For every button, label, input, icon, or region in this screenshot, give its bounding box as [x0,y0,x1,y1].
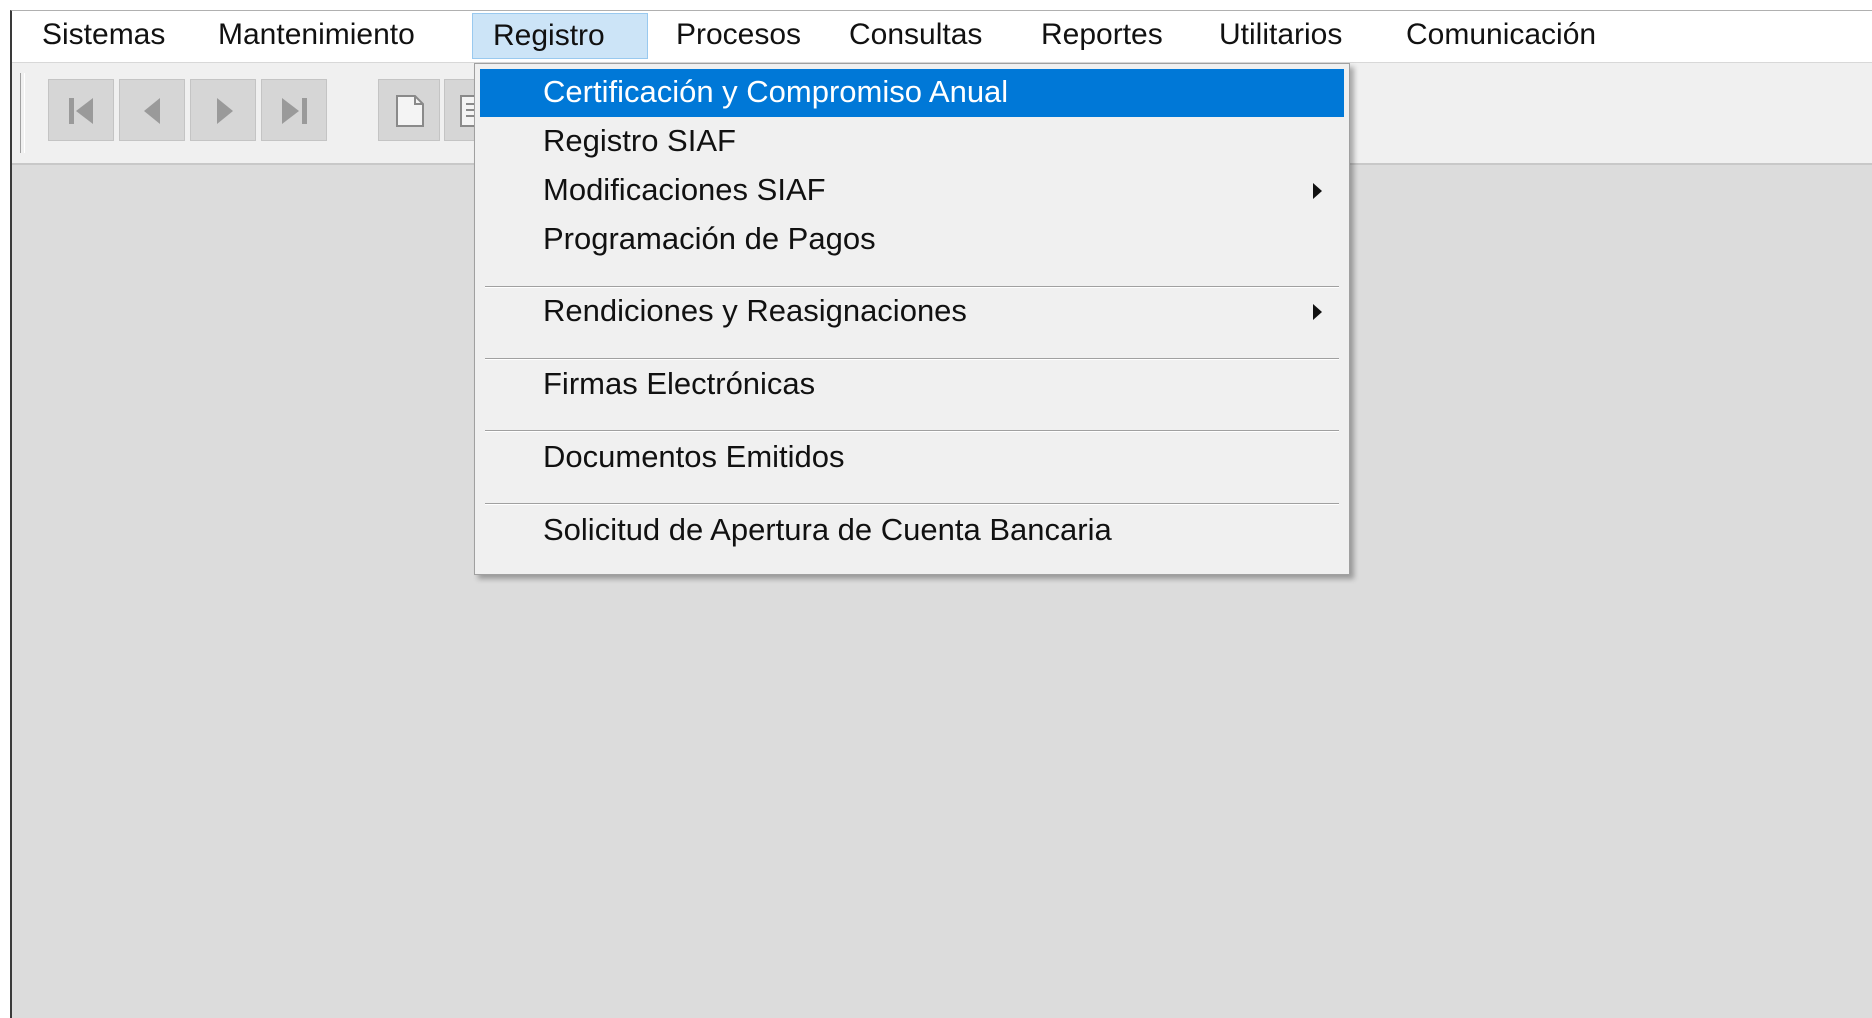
menu-separator [485,358,1339,360]
menu-item-label: Certificación y Compromiso Anual [543,74,1009,109]
menu-mantenimiento[interactable]: Mantenimiento [198,13,435,59]
menu-item-rendiciones[interactable]: Rendiciones y Reasignaciones [480,288,1344,336]
menu-bar: Sistemas Mantenimiento Registro Procesos… [12,11,1872,63]
menu-utilitarios[interactable]: Utilitarios [1199,13,1362,59]
menu-item-firmas[interactable]: Firmas Electrónicas [480,361,1344,409]
menu-registro[interactable]: Registro [472,13,648,59]
menu-item-label: Modificaciones SIAF [543,172,826,207]
last-record-button[interactable] [261,79,327,141]
menu-separator [485,503,1339,505]
menu-reportes[interactable]: Reportes [1021,13,1183,59]
application-window: Sistemas Mantenimiento Registro Procesos… [10,10,1872,1018]
menu-sistemas[interactable]: Sistemas [22,13,185,59]
menu-item-solicitud-apertura[interactable]: Solicitud de Apertura de Cuenta Bancaria [480,507,1344,555]
menu-item-registro-siaf[interactable]: Registro SIAF [480,118,1344,166]
menu-item-label: Documentos Emitidos [543,439,845,474]
previous-record-icon [144,98,160,124]
menu-item-documentos-emitidos[interactable]: Documentos Emitidos [480,434,1344,482]
menu-item-modificaciones-siaf[interactable]: Modificaciones SIAF [480,167,1344,215]
menu-item-certificacion[interactable]: Certificación y Compromiso Anual [480,69,1344,117]
menu-item-label: Firmas Electrónicas [543,366,816,401]
menu-item-label: Registro SIAF [543,123,736,158]
menu-item-label: Solicitud de Apertura de Cuenta Bancaria [543,512,1112,547]
submenu-arrow-icon [1313,183,1322,199]
menu-item-label: Programación de Pagos [543,221,876,256]
menu-item-programacion-pagos[interactable]: Programación de Pagos [480,216,1344,264]
submenu-arrow-icon [1313,304,1322,320]
menu-separator [485,430,1339,432]
registro-dropdown-menu: Certificación y Compromiso Anual Registr… [474,63,1350,575]
menu-consultas[interactable]: Consultas [829,13,1002,59]
menu-procesos[interactable]: Procesos [656,13,821,59]
new-document-button[interactable] [378,79,440,141]
new-document-icon [396,95,424,127]
previous-record-button[interactable] [119,79,185,141]
first-record-icon [69,98,93,124]
menu-comunicacion[interactable]: Comunicación [1386,13,1616,59]
toolbar-grip[interactable] [20,73,25,153]
first-record-button[interactable] [48,79,114,141]
next-record-icon [217,98,233,124]
next-record-button[interactable] [190,79,256,141]
last-record-icon [282,98,307,124]
menu-item-label: Rendiciones y Reasignaciones [543,293,967,328]
